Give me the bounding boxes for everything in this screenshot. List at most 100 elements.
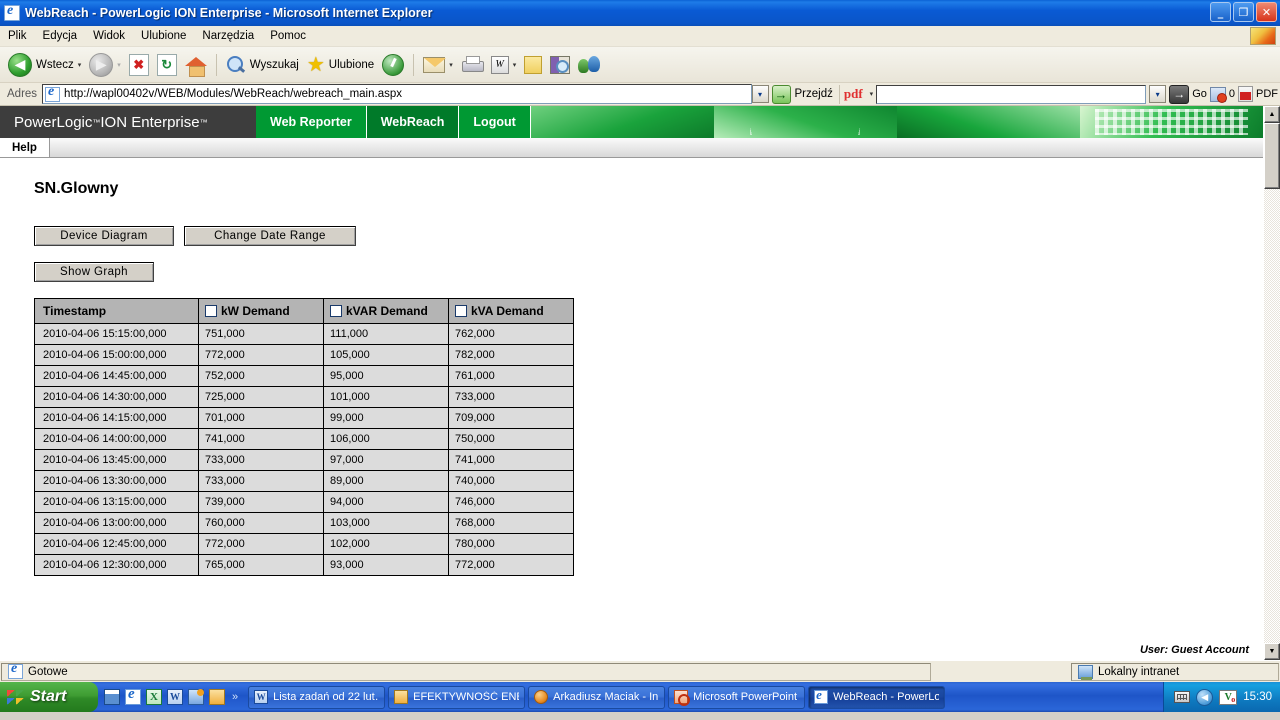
nav-tab-web-reporter[interactable]: Web Reporter [256,106,367,138]
cell-timestamp: 2010-04-06 14:45:00,000 [34,365,199,387]
start-button-label: Start [30,688,67,705]
menu-item-plik[interactable]: Plik [0,28,35,44]
address-input[interactable]: http://wapl00402v/WEB/Modules/WebReach/w… [42,84,752,104]
menu-item-edycja[interactable]: Edycja [35,28,86,44]
nav-tab-logout[interactable]: Logout [459,106,531,138]
internet-explorer-icon[interactable] [125,686,141,705]
column-header-kvar-demand[interactable]: kVAR Demand [323,298,449,324]
excel-icon[interactable]: X [146,689,162,705]
cell-value: 746,000 [448,491,574,513]
taskbar-button[interactable]: EFEKTYWNOŚĆ ENER… [388,685,526,709]
cell-value: 709,000 [448,407,574,429]
brand-tm-1: ™ [92,117,101,127]
forward-chevron-down-icon[interactable]: ▾ [117,61,121,69]
research-button[interactable] [546,50,574,80]
status-message: Gotowe [28,665,68,678]
help-tab[interactable]: Help [0,138,50,157]
taskbar-button-label: EFEKTYWNOŚĆ ENER… [413,691,519,703]
system-clock[interactable]: 15:30 [1243,691,1272,703]
taskbar-button[interactable]: Microsoft PowerPoint … [668,685,806,709]
notes-button[interactable] [520,50,546,80]
back-arrow-icon: ◀ [8,52,32,77]
go-button[interactable]: → Przejdź [769,84,839,104]
ie-icon [814,687,829,704]
favorites-button[interactable]: ★ Ulubione [303,50,378,80]
folder-icon-quicklaunch[interactable] [209,689,225,705]
mail-chevron-down-icon[interactable]: ▾ [449,61,453,69]
pdf-chevron-down-icon[interactable]: ▾ [870,90,874,98]
print-button[interactable] [457,50,487,80]
edit-chevron-down-icon[interactable]: ▾ [513,61,517,69]
address-dropdown-button[interactable]: ▾ [751,85,769,103]
word-icon: W [490,55,509,74]
user-account-label: User: Guest Account [1139,644,1249,656]
menu-item-narzedzia[interactable]: Narzędzia [194,28,262,44]
refresh-icon: ↻ [156,53,177,76]
refresh-button[interactable]: ↻ [153,50,181,80]
home-button[interactable] [181,50,211,80]
nav-tab-webreach[interactable]: WebReach [366,106,460,138]
pdf-blocked-popups-icon[interactable] [1209,86,1227,103]
table-row: 2010-04-06 14:45:00,000 752,000 95,000 761,… [34,365,574,387]
cell-timestamp: 2010-04-06 14:15:00,000 [34,407,199,429]
column-header-kw-demand[interactable]: kW Demand [198,298,324,324]
column-header-kva-demand[interactable]: kVA Demand [448,298,574,324]
table-header-row: Timestamp kW Demand kVAR Demand kVA Dema… [34,298,574,324]
restore-button[interactable]: ❐ [1233,2,1254,22]
refresh-glyph: ↻ [161,56,173,72]
stop-button[interactable]: ✖ [125,50,153,80]
menu-item-ulubione[interactable]: Ulubione [133,28,194,44]
quicklaunch-overflow-icon[interactable]: » [232,691,238,703]
start-button[interactable]: Start [0,682,98,712]
scrollbar-thumb[interactable] [1264,123,1280,189]
device-diagram-button[interactable]: Device Diagram [34,226,174,246]
show-graph-button[interactable]: Show Graph [34,262,154,282]
word-icon-quicklaunch[interactable]: W [167,689,183,705]
cell-timestamp: 2010-04-06 15:00:00,000 [34,344,199,366]
minimize-button[interactable]: _ [1210,2,1231,22]
keyboard-language-icon[interactable] [1174,691,1191,703]
close-button[interactable]: ✕ [1256,2,1277,22]
page-scrollbar[interactable]: ▲ ▼ [1263,106,1280,660]
forward-button[interactable]: ▶ ▾ [85,50,125,80]
back-button[interactable]: ◀ Wstecz ▾ [4,50,85,80]
taskbar-button[interactable]: Arkadiusz Maciak - In… [528,685,666,709]
scroll-down-button[interactable]: ▼ [1264,643,1280,660]
ie-window-icon [4,3,20,21]
antivirus-tray-icon[interactable]: V [1219,689,1238,705]
history-button[interactable] [378,50,408,80]
cell-timestamp: 2010-04-06 14:30:00,000 [34,386,199,408]
checkbox-kw-demand[interactable] [205,305,217,317]
scrollbar-track[interactable] [1264,123,1280,643]
pdf-search-dropdown-button[interactable]: ▾ [1149,85,1167,103]
pdf-search-input[interactable] [876,84,1147,104]
mail-button[interactable]: ▾ [419,50,457,80]
security-zone-cell[interactable]: Lokalny intranet [1071,662,1279,681]
pdf-go-icon[interactable]: → [1169,84,1190,104]
scroll-up-button[interactable]: ▲ [1264,106,1280,123]
cell-value: 760,000 [198,512,324,534]
show-hidden-icons-button[interactable]: ◀ [1196,688,1214,706]
menu-item-widok[interactable]: Widok [85,28,133,44]
edit-word-button[interactable]: W ▾ [487,50,521,80]
change-date-range-button[interactable]: Change Date Range [184,226,356,246]
outlook-icon[interactable] [188,689,204,705]
action-button-row: Device Diagram Change Date Range [34,226,1263,246]
cell-value: 739,000 [198,491,324,513]
back-button-label: Wstecz [36,58,74,71]
cell-timestamp: 2010-04-06 13:45:00,000 [34,449,199,471]
taskbar-button[interactable]: W Lista zadań od 22 lut… [248,685,386,709]
checkbox-kva-demand[interactable] [455,305,467,317]
taskbar-button[interactable]: WebReach - PowerLo… [808,685,946,709]
search-button[interactable]: Wyszukaj [222,50,303,80]
show-desktop-icon[interactable] [104,689,120,705]
messenger-button[interactable] [574,50,604,80]
cell-value: 733,000 [198,470,324,492]
chevron-down-icon[interactable]: ▾ [78,61,82,69]
taskbar-button-label: Lista zadań od 22 lut… [273,691,380,703]
menu-item-pomoc[interactable]: Pomoc [262,28,314,44]
checkbox-kvar-demand[interactable] [330,305,342,317]
column-header-timestamp: Timestamp [34,298,199,324]
cell-value: 740,000 [448,470,574,492]
pdf-convert-icon[interactable] [1238,86,1253,102]
